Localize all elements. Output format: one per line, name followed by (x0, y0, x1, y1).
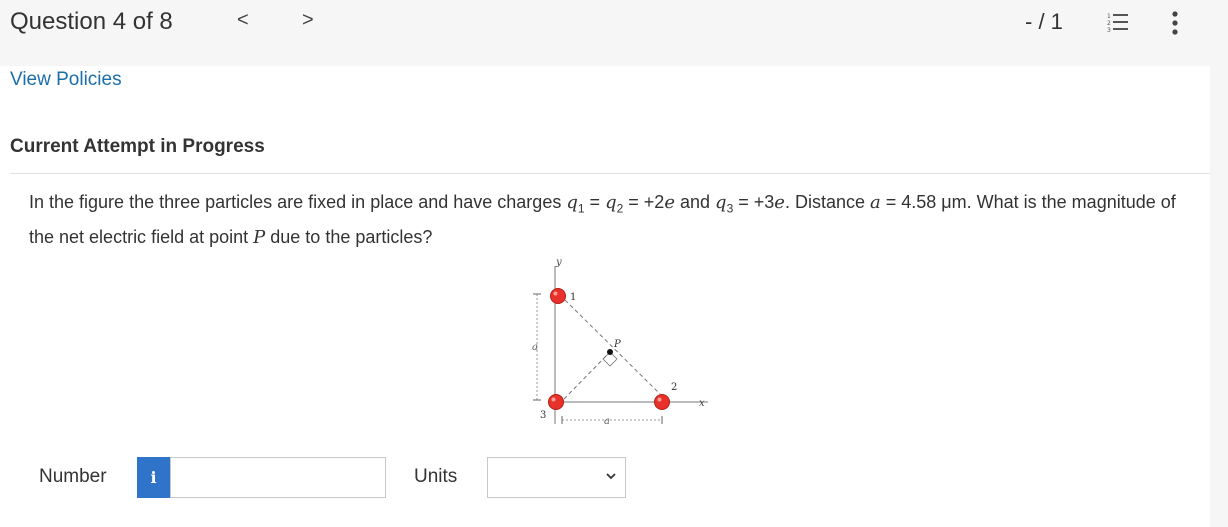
number-label: Number (39, 466, 107, 487)
y-axis-label: y (555, 257, 562, 268)
score-display: - / 1 (1025, 9, 1063, 34)
vertical-a-label: a (532, 342, 538, 353)
chevron-down-icon (606, 473, 616, 480)
units-select[interactable] (487, 457, 626, 498)
info-button[interactable]: i (137, 457, 170, 498)
question-counter: Question 4 of 8 (10, 8, 173, 35)
attempt-heading: Current Attempt in Progress (10, 136, 265, 157)
horizontal-a-label: a (604, 416, 610, 427)
question-list-icon[interactable]: 1 2 3 (1107, 12, 1129, 34)
point-p (607, 349, 613, 355)
point-p-label: P (613, 339, 621, 350)
view-policies-link[interactable]: View Policies (10, 69, 122, 91)
svg-text:3: 3 (1107, 27, 1111, 34)
more-options-icon[interactable] (1170, 10, 1180, 36)
question-text: In the figure the three particles are fi… (29, 192, 1176, 248)
particle-1-label: 1 (570, 292, 576, 303)
particle-3-label: 3 (540, 410, 546, 421)
info-icon: i (150, 468, 157, 487)
charges-figure: y x a a P 1 2 3 (532, 257, 708, 427)
divider (10, 173, 1210, 174)
top-bar: Question 4 of 8 < > - / 1 1 2 3 (0, 0, 1228, 46)
units-label: Units (414, 466, 458, 487)
hypotenuse-line (564, 299, 661, 395)
next-question-button[interactable]: > (302, 9, 314, 32)
question-panel: View Policies Current Attempt in Progres… (0, 66, 1210, 527)
previous-question-button[interactable]: < (237, 9, 249, 32)
svg-text:2: 2 (1107, 20, 1111, 27)
particle-3 (548, 394, 564, 410)
svg-text:1: 1 (1107, 13, 1111, 20)
x-axis-label: x (699, 398, 705, 409)
number-input[interactable] (170, 457, 386, 498)
particle-1 (550, 288, 566, 304)
particle-2-label: 2 (671, 382, 677, 393)
particle-2 (654, 394, 670, 410)
